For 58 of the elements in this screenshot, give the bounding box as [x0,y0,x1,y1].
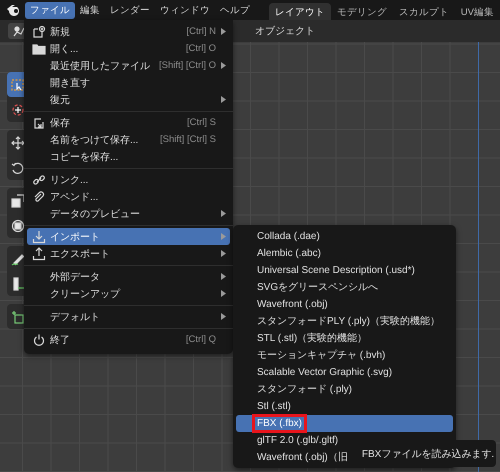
menu-item[interactable]: クリーンアップ [27,285,230,302]
menu-item[interactable]: 最近使用したファイル [Shift] [Ctrl] O [27,57,230,74]
power-icon [32,332,46,346]
object-menu[interactable]: オブジェクト [255,24,315,38]
menu-item[interactable]: Alembic (.abc) [236,244,453,262]
menu-item[interactable]: Scalable Vector Graphic (.svg) [236,364,453,380]
view-icon [12,25,26,37]
menu-item[interactable]: エクスポート [27,245,230,262]
paperclip-icon [32,190,46,204]
workspace-tab[interactable]: UV編集 [454,3,500,20]
scale-icon [11,194,25,208]
menu-item[interactable]: リンク... [27,171,230,188]
menu-item[interactable]: Universal Scene Description (.usd*) [236,262,453,278]
rotate-icon [11,160,25,174]
menu-item[interactable]: 終了 [Ctrl] Q [27,331,230,348]
menu-item[interactable]: FBX (.fbx) [236,414,453,432]
menu-item[interactable]: 新規 [Ctrl] N [27,23,230,40]
menu-item[interactable]: ウィンドウ [155,2,215,18]
menu-item[interactable]: 開き直す [27,74,230,91]
menu-item[interactable]: Stl (.stl) [236,398,453,414]
tooltip: FBXファイルを読み込みます. [360,440,496,467]
upload-icon [32,246,46,260]
menu-item[interactable]: データのプレビュー [27,205,230,222]
workspace-tab[interactable]: レイアウト [268,3,331,20]
select-box-icon [11,78,25,92]
link-icon [32,172,46,186]
menu-item[interactable]: スタンフォードPLY (.ply)（実験的機能） [236,312,453,330]
menu-item[interactable]: アペンド... [27,188,230,205]
menu-item[interactable]: 編集 [75,2,105,18]
download-icon [32,230,46,244]
menu-item[interactable]: 復元 [27,91,230,108]
menu-item[interactable]: 名前をつけて保存... [Shift] [Ctrl] S [27,131,230,148]
menu-item[interactable]: インポート [27,228,230,245]
add-cube-icon [11,310,25,324]
menu-item[interactable]: SVGをグリースペンシルへ [236,278,453,296]
cursor-icon [11,102,25,116]
pencil-icon [11,252,25,266]
move-icon [11,136,25,150]
menu-item[interactable]: 開く... [Ctrl] O [27,40,230,57]
menu-item[interactable]: 外部データ [27,268,230,285]
menu-item[interactable]: ヘルプ [215,2,255,18]
menu-item[interactable]: モーションキャプチャ (.bvh) [236,346,453,364]
menu-item[interactable]: STL (.stl)（実験的機能） [236,330,453,346]
workspace-tab[interactable]: スカルプト [392,3,455,20]
menu-item[interactable]: デフォルト [27,308,230,325]
menu-item[interactable]: Collada (.dae) [236,228,453,244]
new-file-icon [32,24,46,38]
menu-item[interactable]: ファイル [25,2,75,18]
menu-item[interactable]: コピーを保存... [27,148,230,165]
transform-icon [11,218,25,232]
workspace-tab[interactable]: モデリング [330,3,393,20]
ruler-icon [11,276,25,290]
app-logo-icon[interactable] [6,3,22,17]
menu-item[interactable]: スタンフォード (.ply) [236,380,453,398]
menu-item[interactable]: レンダー [105,2,155,18]
menu-item[interactable]: Wavefront (.obj) [236,296,453,312]
save-icon [32,116,46,130]
menu-item[interactable]: 保存 [Ctrl] S [27,114,230,131]
